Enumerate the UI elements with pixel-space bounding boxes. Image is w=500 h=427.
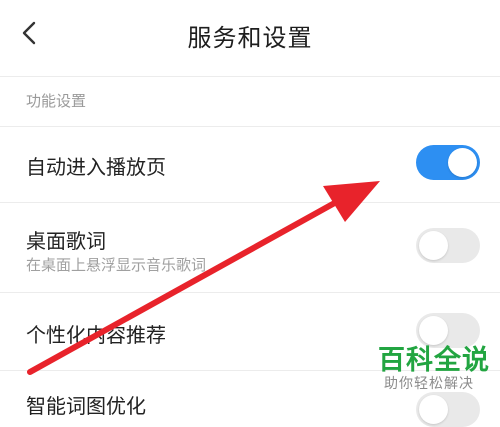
- watermark-subtitle: 助你轻松解决: [384, 376, 474, 392]
- watermark-title: 百科全说: [378, 345, 490, 376]
- watermark: 百科全说 助你轻松解决: [376, 338, 494, 398]
